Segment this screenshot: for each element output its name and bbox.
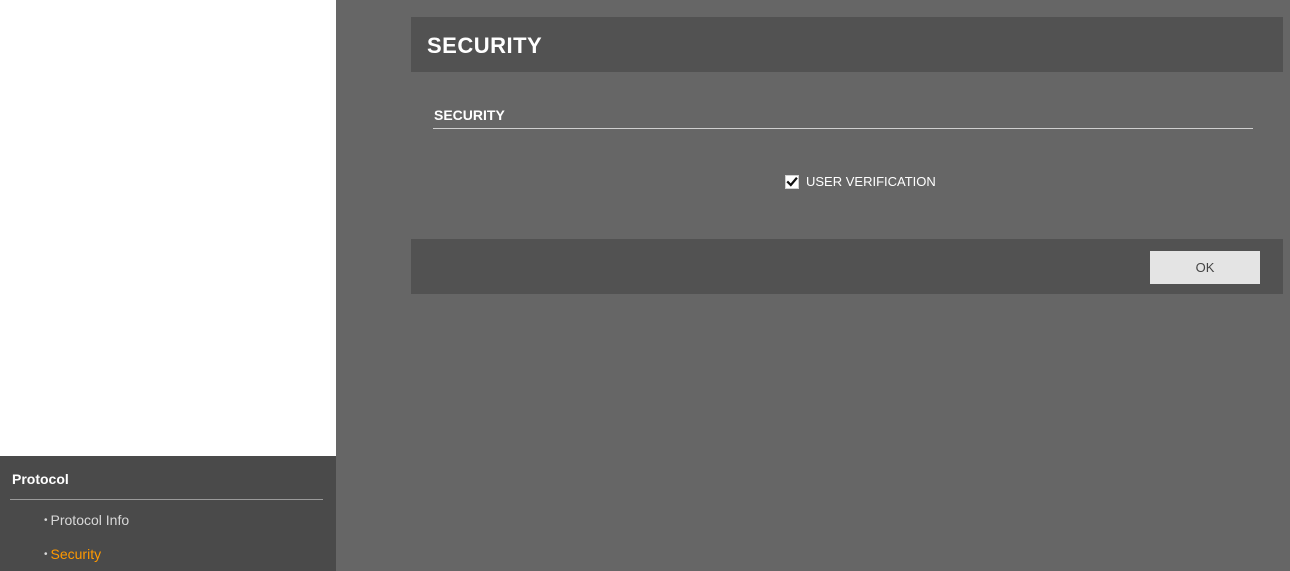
bullet-icon: •	[44, 515, 48, 526]
checkmark-icon	[786, 177, 798, 187]
sidebar-item-protocol-info[interactable]: • Protocol Info	[44, 512, 129, 531]
sidebar-item-label: Security	[50, 546, 102, 562]
section-header: SECURITY	[433, 107, 1253, 129]
user-verification-checkbox[interactable]	[785, 175, 799, 189]
bullet-icon: •	[44, 549, 48, 560]
sidebar-header-label: Protocol	[12, 471, 69, 487]
sidebar-header: Protocol	[10, 471, 323, 500]
left-blank-area	[0, 0, 336, 456]
user-verification-label: USER VERIFICATION	[806, 174, 936, 189]
sidebar-item-security[interactable]: • Security	[44, 546, 101, 565]
ok-button[interactable]: OK	[1150, 251, 1260, 284]
title-bar: SECURITY	[411, 17, 1283, 72]
page-title: SECURITY	[427, 33, 543, 58]
section-title: SECURITY	[434, 107, 505, 123]
sidebar-item-label: Protocol Info	[50, 512, 130, 528]
user-verification-row: USER VERIFICATION	[785, 174, 936, 190]
